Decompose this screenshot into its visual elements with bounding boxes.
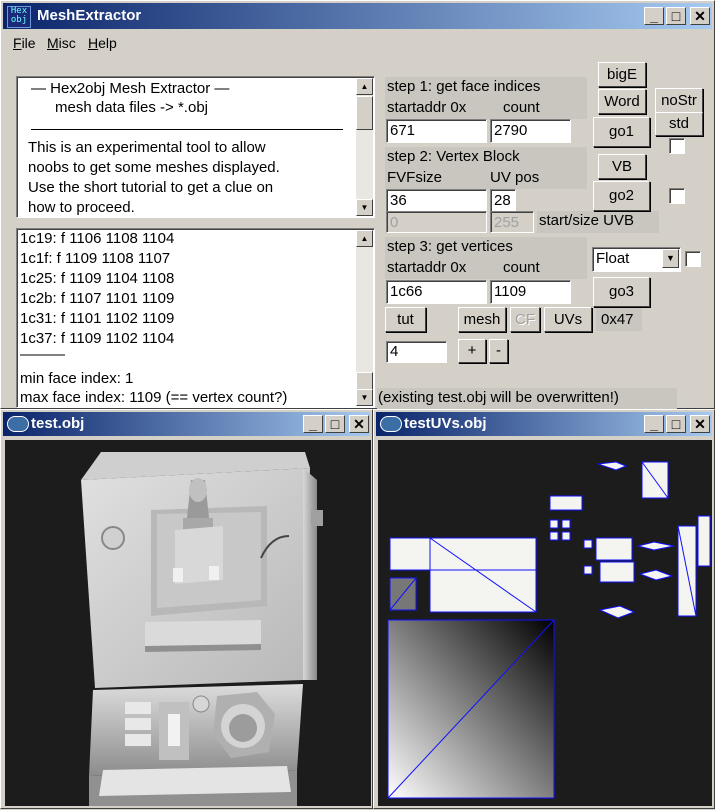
info-scrollbar[interactable]: ▲ ▼ <box>356 78 373 216</box>
step3-addr-input[interactable]: 1c66 <box>386 280 487 304</box>
step-value-input[interactable]: 4 <box>386 341 447 363</box>
step3-title: step 3: get vertices <box>387 238 513 255</box>
vb-button[interactable]: VB <box>598 154 646 179</box>
mesh-render <box>81 452 323 806</box>
scroll-down-icon[interactable]: ▼ <box>356 389 373 406</box>
log-scrollbar[interactable]: ▲ ▼ <box>356 230 373 406</box>
menu-misc[interactable]: Misc <box>47 35 76 51</box>
format-select-value: Float <box>596 250 630 267</box>
step3-count-label: count <box>503 259 540 276</box>
go2-button[interactable]: go2 <box>593 181 650 211</box>
log-line: 1c31: f 1101 1102 1109 <box>20 310 175 327</box>
uvb-size-input[interactable]: 255 <box>490 211 534 233</box>
main-titlebar[interactable]: Hex obj MeshExtractor _ □ ✕ <box>3 3 712 29</box>
uv-window-title: testUVs.obj <box>404 415 487 432</box>
bigE-button[interactable]: bigE <box>598 62 646 87</box>
step3-count-input[interactable]: 1109 <box>490 280 571 304</box>
scroll-thumb[interactable] <box>356 372 373 390</box>
step1-addr-label: startaddr 0x <box>387 99 467 116</box>
log-line: 1c37: f 1109 1102 1104 <box>20 330 175 347</box>
log-line: 1c25: f 1109 1104 1108 <box>20 270 175 287</box>
info-textbox[interactable]: — Hex2obj Mesh Extractor — mesh data fil… <box>16 76 375 218</box>
chevron-down-icon[interactable]: ▼ <box>662 249 679 268</box>
info-divider <box>31 129 343 130</box>
close-icon[interactable]: ✕ <box>690 7 710 25</box>
step2-fvf-label: FVFsize <box>387 169 443 186</box>
window-title: MeshExtractor <box>37 7 142 24</box>
step1-count-input[interactable]: 2790 <box>490 119 571 143</box>
std-checkbox[interactable] <box>669 138 685 154</box>
std-button[interactable]: std <box>655 112 703 136</box>
log-line: max face index: 1109 (== vertex count?) <box>20 389 288 406</box>
uv-pos-input[interactable]: 28 <box>490 189 516 213</box>
uv-titlebar[interactable]: testUVs.obj _ □ ✕ <box>376 412 712 436</box>
log-line: 1c1f: f 1109 1108 1107 <box>20 250 171 267</box>
uvb-start-input[interactable]: 0 <box>386 211 487 233</box>
scroll-thumb[interactable] <box>356 96 373 130</box>
plus-button[interactable]: + <box>458 339 486 363</box>
uvb-label: start/size UVB <box>539 212 635 229</box>
mesh-viewport[interactable] <box>5 440 371 806</box>
info-para-3: how to proceed. <box>28 199 135 216</box>
format-checkbox[interactable] <box>685 251 701 267</box>
format-select[interactable]: Float ▼ <box>592 247 681 272</box>
log-line: ——— <box>20 346 65 363</box>
step3-addr-label: startaddr 0x <box>387 259 467 276</box>
menu-file[interactable]: File <box>13 35 36 51</box>
status-text: (existing test.obj will be overwritten!) <box>378 389 619 406</box>
log-line: 1c2b: f 1107 1101 1109 <box>20 290 175 307</box>
step2-uv-label: UV pos <box>490 169 540 186</box>
close-icon[interactable]: ✕ <box>349 415 369 433</box>
scroll-up-icon[interactable]: ▲ <box>356 78 373 95</box>
maximize-icon[interactable]: □ <box>666 7 686 25</box>
info-para-0: This is an experimental tool to allow <box>28 139 266 156</box>
minimize-icon[interactable]: _ <box>303 415 323 433</box>
log-line: 1c19: f 1106 1108 1104 <box>20 230 175 247</box>
mesh-titlebar[interactable]: test.obj _ □ ✕ <box>3 412 370 436</box>
minimize-icon[interactable]: _ <box>644 7 664 25</box>
menu-help[interactable]: Help <box>88 35 117 51</box>
fvf-size-input[interactable]: 36 <box>386 189 487 213</box>
mesh-window: test.obj _ □ ✕ <box>0 409 373 809</box>
scroll-down-icon[interactable]: ▼ <box>356 199 373 216</box>
uv-render <box>387 461 711 799</box>
step1-title: step 1: get face indices <box>387 78 541 95</box>
go1-button[interactable]: go1 <box>593 117 650 147</box>
uv-window: testUVs.obj _ □ ✕ <box>373 409 715 809</box>
step1-count-label: count <box>503 99 540 116</box>
minimize-icon[interactable]: _ <box>644 415 664 433</box>
window-icon <box>380 416 402 432</box>
log-line: min face index: 1 <box>20 370 134 387</box>
app-icon: Hex obj <box>7 6 31 28</box>
tut-button[interactable]: tut <box>385 307 426 332</box>
step2-title: step 2: Vertex Block <box>387 148 520 165</box>
info-para-2: Use the short tutorial to get a clue on <box>28 179 274 196</box>
main-window: Hex obj MeshExtractor _ □ ✕ File Misc He… <box>0 0 715 409</box>
go2-checkbox[interactable] <box>669 188 685 204</box>
maximize-icon[interactable]: □ <box>325 415 345 433</box>
uv-viewport[interactable] <box>378 440 712 806</box>
info-line2: mesh data files -> *.obj <box>55 99 208 116</box>
cf-button[interactable]: CF <box>510 307 540 332</box>
info-line1: — Hex2obj Mesh Extractor — <box>31 80 230 97</box>
maximize-icon[interactable]: □ <box>666 415 686 433</box>
mesh-window-title: test.obj <box>31 415 85 432</box>
nostr-button[interactable]: noStr <box>655 88 703 113</box>
go3-button[interactable]: go3 <box>593 277 650 307</box>
mesh-button[interactable]: mesh <box>458 307 506 332</box>
uvs-button[interactable]: UVs <box>544 307 592 332</box>
scroll-up-icon[interactable]: ▲ <box>356 230 373 247</box>
log-textbox[interactable]: 1c19: f 1106 1108 1104 1c1f: f 1109 1108… <box>16 228 375 408</box>
info-para-1: noobs to get some meshes displayed. <box>28 159 280 176</box>
step1-addr-input[interactable]: 671 <box>386 119 487 143</box>
close-icon[interactable]: ✕ <box>690 415 710 433</box>
window-icon <box>7 416 29 432</box>
hex-label: 0x47 <box>601 311 634 328</box>
word-button[interactable]: Word <box>598 89 646 114</box>
minus-button[interactable]: - <box>489 339 508 363</box>
